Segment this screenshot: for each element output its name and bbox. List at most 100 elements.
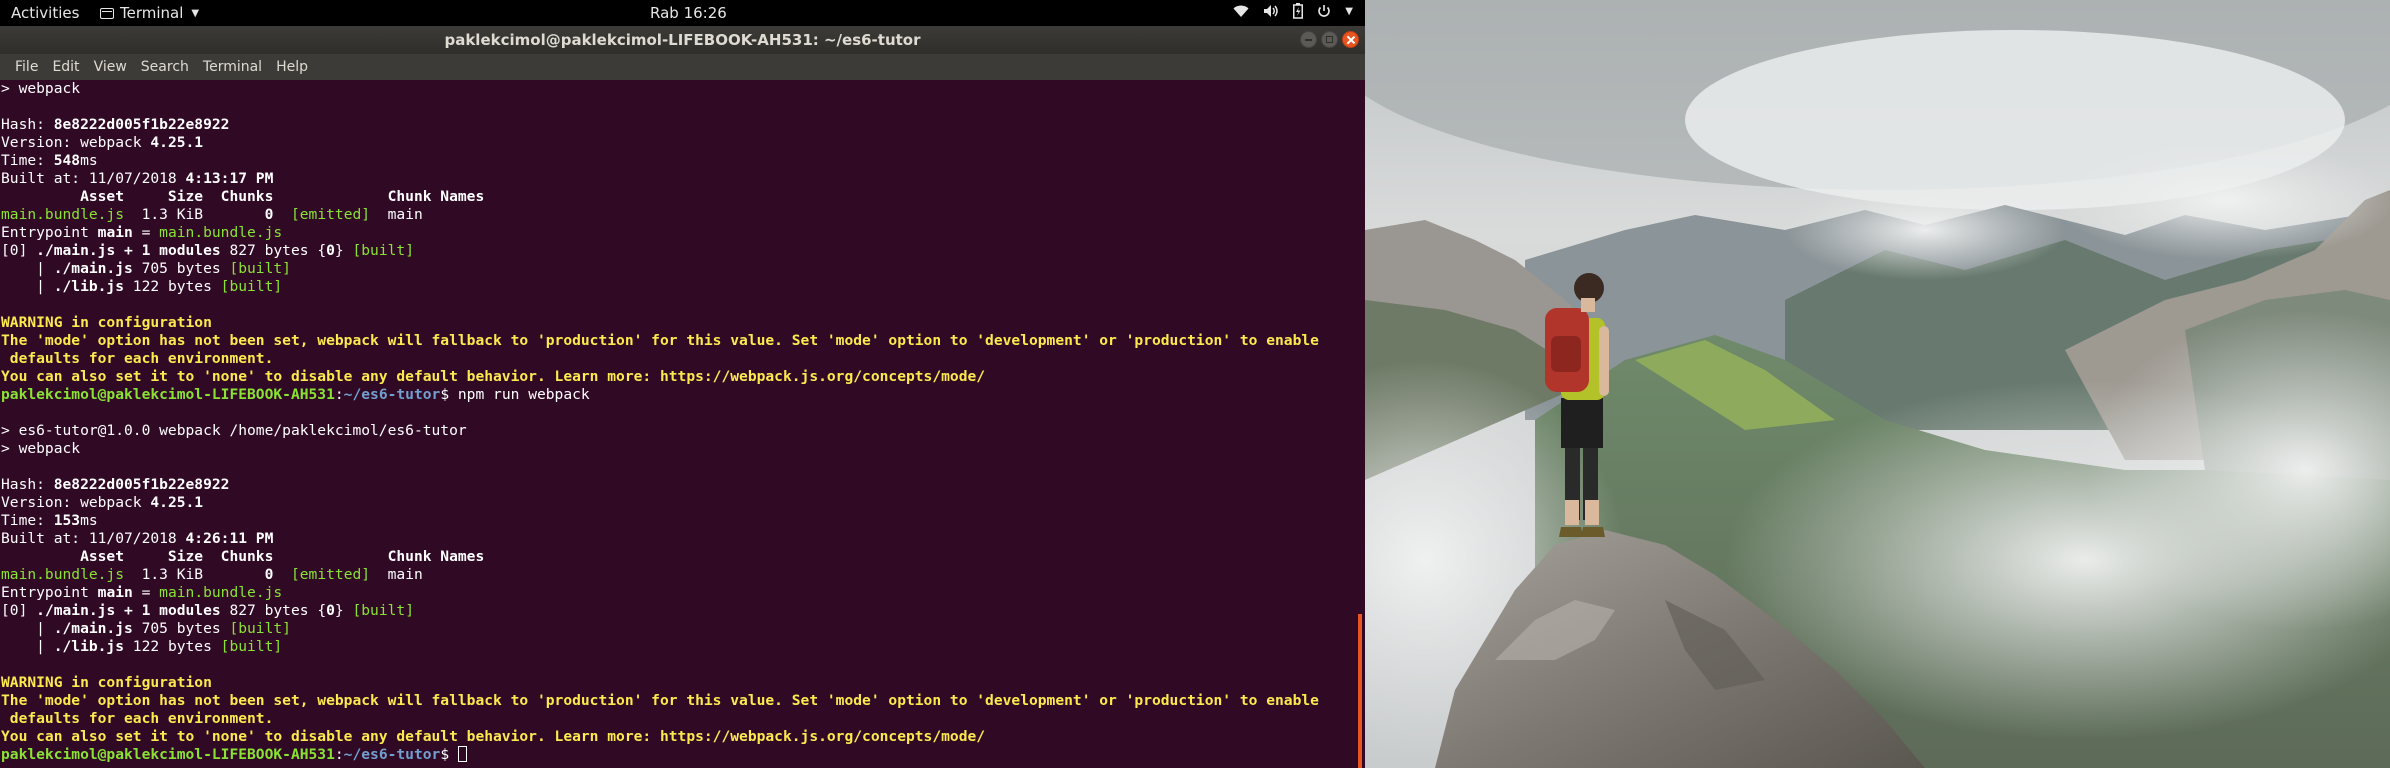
terminal-text: main.bundle.js — [1, 206, 125, 223]
terminal-text: [emitted] — [290, 206, 371, 223]
volume-icon — [1264, 5, 1279, 17]
terminal-text: Built at: 11/07/2018 — [1, 530, 186, 547]
window-controls — [1300, 31, 1359, 48]
terminal-line: Entrypoint main = main.bundle.js — [1, 584, 1365, 602]
text-cursor — [457, 746, 467, 762]
terminal-text: [0] — [1, 242, 37, 259]
terminal-text: 4:26:11 PM — [185, 530, 274, 547]
terminal-line: Built at: 11/07/2018 4:26:11 PM — [1, 530, 1365, 548]
terminal-text: You can also set it to 'none' to disable… — [1, 728, 986, 745]
terminal-text: main.bundle.js — [1, 566, 125, 583]
menu-file[interactable]: File — [8, 59, 45, 75]
terminal-line: main.bundle.js 1.3 KiB 0 [emitted] main — [1, 206, 1365, 224]
activities-button[interactable]: Activities — [11, 4, 79, 22]
terminal-line: The 'mode' option has not been set, webp… — [1, 692, 1365, 710]
terminal-text: You can also set it to 'none' to disable… — [1, 368, 986, 385]
close-icon[interactable] — [1342, 31, 1359, 48]
menu-edit[interactable]: Edit — [45, 59, 86, 75]
top-bar: Activities Terminal ▼ Rab 16:26 ▼ — [0, 0, 1365, 26]
window-title: paklekcimol@paklekcimol-LIFEBOOK-AH531: … — [444, 31, 921, 49]
terminal-line: [0] ./main.js + 1 modules 827 bytes {0} … — [1, 602, 1365, 620]
menu-terminal[interactable]: Terminal — [196, 59, 269, 75]
terminal-text: | — [1, 620, 54, 637]
system-tray[interactable]: ▼ — [1233, 3, 1353, 19]
terminal-text: = — [132, 584, 160, 601]
terminal-line: Asset Size Chunks Chunk Names — [1, 548, 1365, 566]
terminal-text: [emitted] — [290, 566, 371, 583]
terminal-text: 1.3 KiB — [124, 206, 265, 223]
terminal-text: defaults for each environment. — [1, 350, 274, 367]
terminal-text: paklekcimol@paklekcimol-LIFEBOOK-AH531 — [1, 746, 335, 763]
terminal-text: = — [132, 224, 160, 241]
terminal-line: WARNING in configuration — [1, 674, 1365, 692]
scrollbar[interactable] — [1358, 614, 1362, 768]
minimize-icon[interactable] — [1300, 31, 1317, 48]
terminal-icon — [100, 7, 114, 19]
terminal-line: | ./lib.js 122 bytes [built] — [1, 278, 1365, 296]
terminal-text: Time: — [1, 512, 54, 529]
terminal-text: 4.25.1 — [150, 494, 204, 511]
terminal-text: Hash: — [1, 476, 54, 493]
terminal-line: You can also set it to 'none' to disable… — [1, 728, 1365, 746]
terminal-output[interactable]: > webpack Hash: 8e8222d005f1b22e8922 Versi… — [0, 80, 1365, 768]
terminal-line: Built at: 11/07/2018 4:13:17 PM — [1, 170, 1365, 188]
terminal-window: paklekcimol@paklekcimol-LIFEBOOK-AH531: … — [0, 26, 1365, 768]
terminal-text: ~/es6-tutor — [343, 746, 441, 763]
terminal-line: Version: webpack 4.25.1 — [1, 494, 1365, 512]
terminal-text: ms — [80, 152, 98, 169]
terminal-text: WARNING in configuration — [1, 674, 212, 691]
terminal-text: 827 bytes { — [220, 602, 327, 619]
terminal-text: ~/es6-tutor — [343, 386, 441, 403]
terminal-text: ./main.js + 1 modules — [36, 242, 221, 259]
terminal-text: 705 bytes — [132, 620, 230, 637]
terminal-text: defaults for each environment. — [1, 710, 274, 727]
terminal-text: WARNING in configuration — [1, 314, 212, 331]
terminal-text: : — [334, 386, 344, 403]
title-bar[interactable]: paklekcimol@paklekcimol-LIFEBOOK-AH531: … — [0, 26, 1365, 54]
terminal-text: | — [1, 278, 54, 295]
terminal-text: ./lib.js — [53, 638, 125, 655]
terminal-text: [built] — [220, 638, 283, 655]
terminal-text: 0 — [326, 602, 335, 619]
terminal-text: Version: webpack — [1, 134, 151, 151]
terminal-text: 153 — [53, 512, 81, 529]
terminal-text: } — [334, 242, 353, 259]
terminal-text: > es6-tutor@1.0.0 webpack /home/paklekci… — [1, 422, 467, 439]
maximize-icon[interactable] — [1321, 31, 1338, 48]
terminal-line: > es6-tutor@1.0.0 webpack /home/paklekci… — [1, 422, 1365, 440]
terminal-line: Entrypoint main = main.bundle.js — [1, 224, 1365, 242]
terminal-text: The 'mode' option has not been set, webp… — [1, 692, 1319, 709]
terminal-line: defaults for each environment. — [1, 350, 1365, 368]
menu-view[interactable]: View — [87, 59, 134, 75]
clock[interactable]: Rab 16:26 — [650, 4, 727, 22]
terminal-text: > webpack — [1, 440, 81, 457]
menu-help[interactable]: Help — [269, 59, 315, 75]
app-menu[interactable]: Terminal ▼ — [100, 4, 199, 22]
desktop-wallpaper — [1365, 0, 2390, 768]
terminal-text: 4:13:17 PM — [185, 170, 274, 187]
terminal-line: main.bundle.js 1.3 KiB 0 [emitted] main — [1, 566, 1365, 584]
terminal-text: 4.25.1 — [150, 134, 204, 151]
chevron-down-icon: ▼ — [191, 7, 200, 19]
terminal-text: 705 bytes — [132, 260, 230, 277]
terminal-text: ./main.js — [53, 620, 133, 637]
terminal-text: 8e8222d005f1b22e8922 — [53, 116, 230, 133]
battery-icon — [1293, 3, 1304, 19]
terminal-text: | — [1, 260, 54, 277]
terminal-line: paklekcimol@paklekcimol-LIFEBOOK-AH531:~… — [1, 746, 1365, 764]
terminal-line: Hash: 8e8222d005f1b22e8922 — [1, 116, 1365, 134]
terminal-text: ./main.js — [53, 260, 133, 277]
app-menu-label: Terminal — [120, 4, 184, 22]
terminal-text: Version: webpack — [1, 494, 151, 511]
terminal-text: Asset Size Chunks Chunk Names — [1, 188, 485, 205]
terminal-line: | ./main.js 705 bytes [built] — [1, 620, 1365, 638]
mountain-hiker-photo — [1365, 0, 2390, 768]
terminal-line: | ./lib.js 122 bytes [built] — [1, 638, 1365, 656]
menu-search[interactable]: Search — [134, 59, 196, 75]
terminal-text: 0 — [326, 242, 335, 259]
terminal-text: main.bundle.js — [159, 224, 283, 241]
